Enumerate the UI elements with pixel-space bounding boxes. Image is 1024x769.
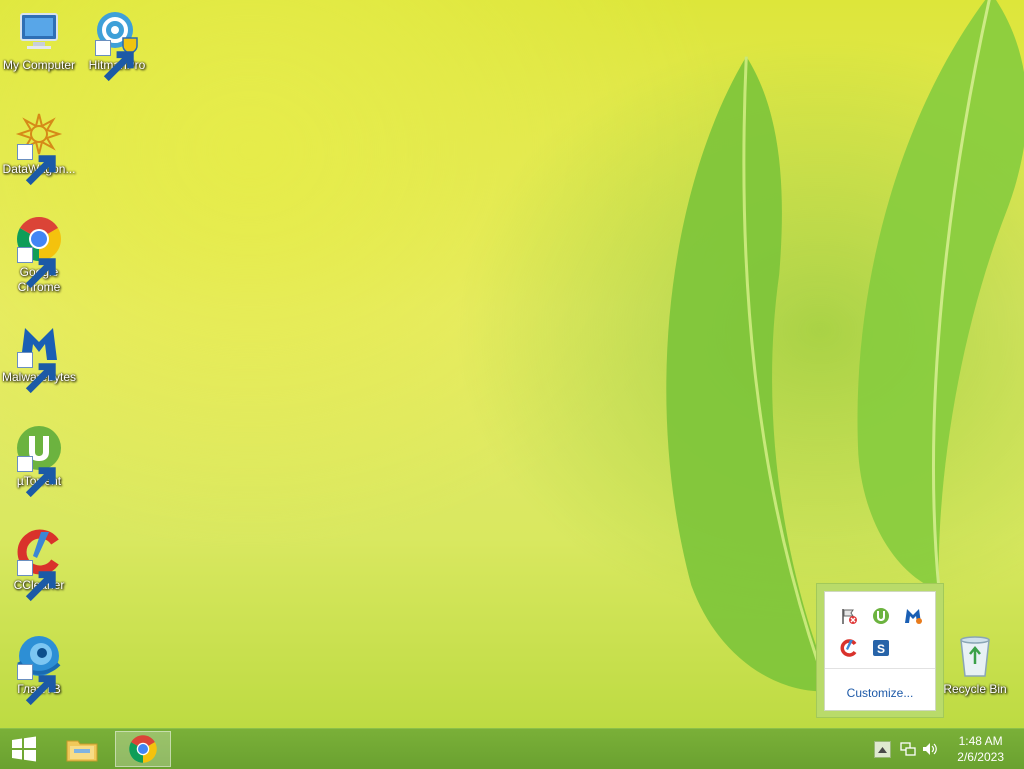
- desktop-icon-hitmanpro[interactable]: HitmanPro: [78, 8, 156, 82]
- desktop-icon-ccleaner[interactable]: CCleaner: [0, 528, 78, 602]
- utorrent-icon: [15, 424, 63, 498]
- desktop-icon-label: Recycle Bin: [943, 682, 1007, 696]
- datawagon-icon: [15, 112, 63, 186]
- shortcut-arrow-icon: [17, 352, 56, 394]
- start-button[interactable]: [0, 729, 48, 769]
- clock-date: 2/6/2023: [957, 750, 1004, 764]
- shortcut-arrow-icon: [17, 560, 56, 602]
- ccleaner-tray-icon[interactable]: [839, 638, 859, 658]
- customize-link[interactable]: Customize...: [825, 686, 935, 700]
- security-shield-tray-icon[interactable]: S: [871, 638, 891, 658]
- desktop-icon-glaz-tv[interactable]: Глаз.ТВ: [0, 632, 78, 706]
- action-center-flag-icon[interactable]: [839, 606, 859, 626]
- shortcut-arrow-icon: [17, 664, 56, 706]
- windows-logo-icon: [12, 736, 36, 762]
- desktop-icon-utorrent[interactable]: µTorrent: [0, 424, 78, 498]
- taskbar-chrome[interactable]: [115, 731, 171, 767]
- network-icon[interactable]: [900, 741, 916, 757]
- system-tray: 1:48 AM 2/6/2023: [864, 729, 1024, 769]
- volume-icon[interactable]: [922, 741, 938, 757]
- taskbar-clock[interactable]: 1:48 AM 2/6/2023: [957, 733, 1004, 765]
- hitmanpro-icon: [93, 8, 141, 82]
- desktop-icon-label: My Computer: [2, 58, 76, 72]
- desktop-icon-my-computer[interactable]: My Computer: [0, 8, 78, 73]
- desktop: My Computer HitmanPro DataWagon... Googl…: [0, 0, 1024, 728]
- chrome-icon: [129, 735, 157, 763]
- notification-overflow-popup: S Customize...: [816, 583, 944, 718]
- show-hidden-icons-button[interactable]: [874, 741, 891, 758]
- clock-time: 1:48 AM: [958, 734, 1003, 748]
- svg-text:S: S: [877, 642, 885, 656]
- malwarebytes-icon: [15, 320, 63, 394]
- chevron-up-icon: [878, 746, 887, 753]
- desktop-icon-datawagon[interactable]: DataWagon...: [0, 112, 78, 186]
- shortcut-arrow-icon: [17, 144, 56, 186]
- desktop-icon-google-chrome[interactable]: Google Chrome: [0, 215, 78, 295]
- file-explorer-icon: [66, 740, 98, 762]
- shortcut-arrow-icon: [17, 247, 56, 289]
- ccleaner-icon: [15, 528, 63, 602]
- glaz-tv-icon: [15, 632, 63, 706]
- desktop-icon-recycle-bin[interactable]: Recycle Bin: [936, 632, 1014, 697]
- desktop-icon-malwarebytes[interactable]: Malwarebytes: [0, 320, 78, 394]
- computer-icon: [15, 8, 63, 56]
- chrome-icon: [15, 215, 63, 289]
- utorrent-tray-icon[interactable]: [871, 606, 891, 626]
- shortcut-arrow-icon: [95, 40, 134, 82]
- popup-divider: [825, 668, 935, 669]
- taskbar-file-explorer[interactable]: [54, 731, 110, 767]
- notification-overflow-panel: S Customize...: [824, 591, 936, 711]
- leaf-wallpaper-right: [829, 0, 1024, 596]
- malwarebytes-tray-icon[interactable]: [903, 606, 923, 626]
- recycle-bin-icon: [951, 632, 999, 680]
- shortcut-arrow-icon: [17, 456, 56, 498]
- taskbar: 1:48 AM 2/6/2023: [0, 728, 1024, 769]
